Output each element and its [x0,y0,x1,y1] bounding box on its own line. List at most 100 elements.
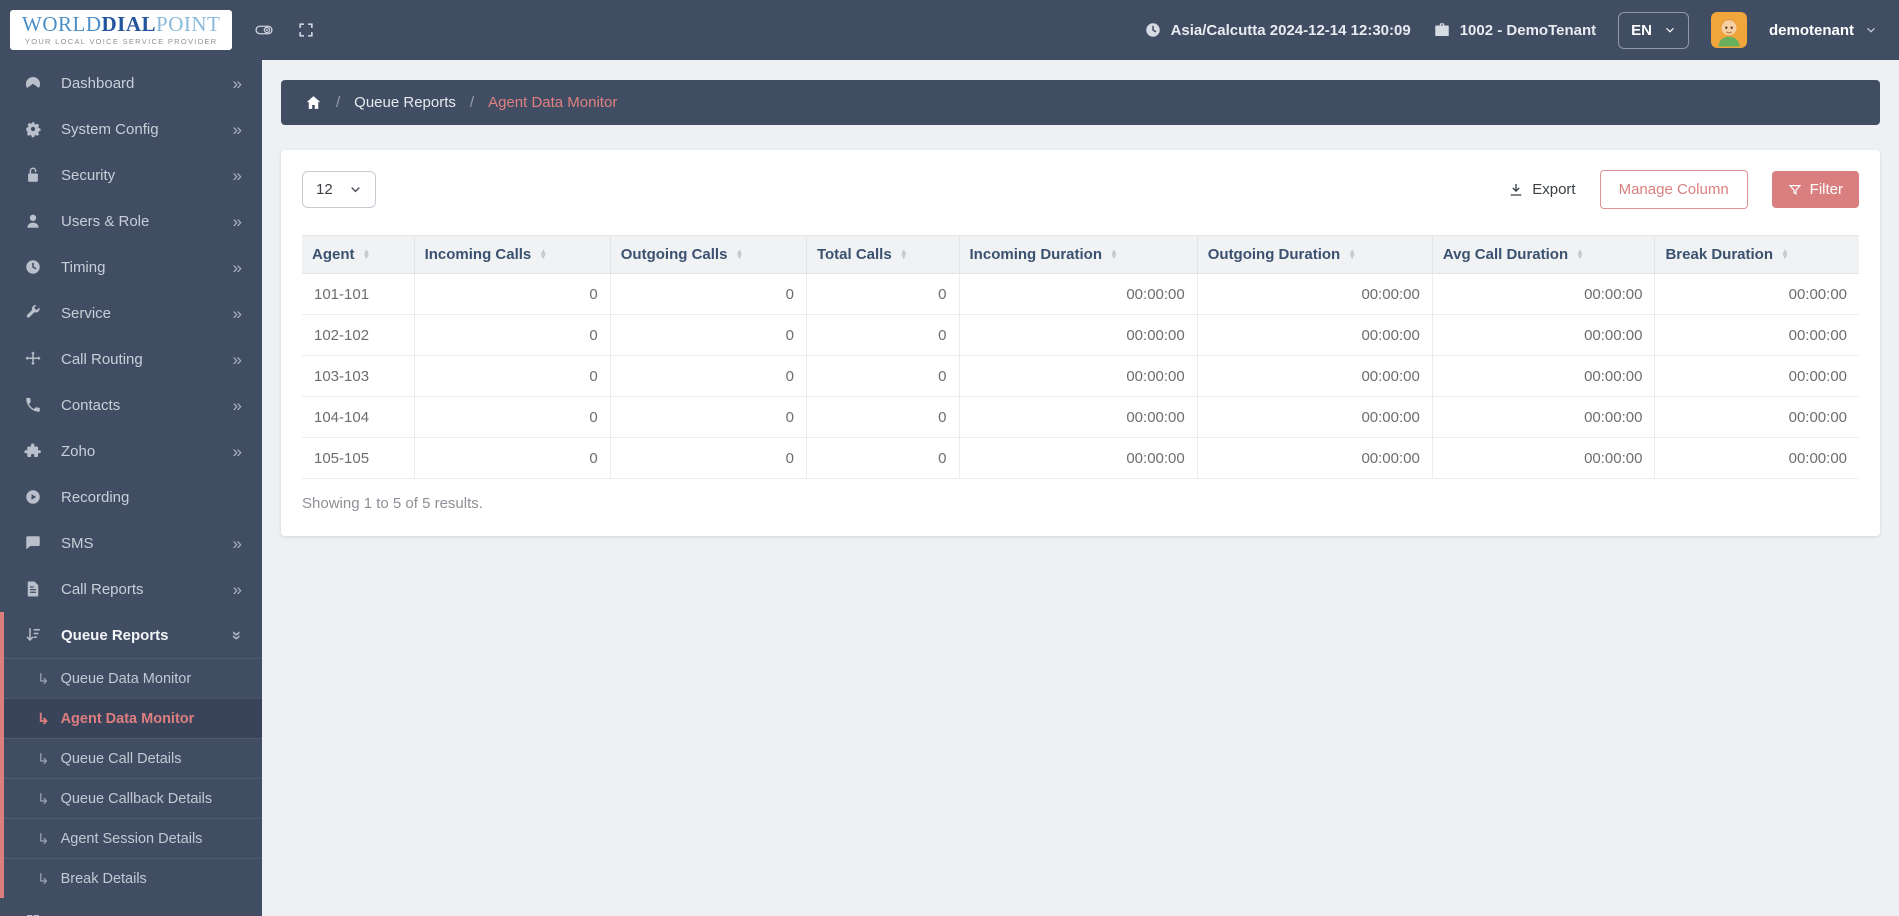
fullscreen-icon[interactable] [296,20,316,40]
table-toolbar: 12 Export Manage Column Filter [302,170,1859,209]
value-cell: 00:00:00 [959,355,1198,397]
chevron-down-icon [1666,27,1674,33]
chevron-right-icon: » [232,165,242,185]
value-cell: 0 [414,314,611,356]
breadcrumb-queue-reports[interactable]: Queue Reports [354,94,456,111]
sidebar-item-call-routing[interactable]: Call Routing » [0,336,262,382]
export-label: Export [1532,181,1576,198]
avatar[interactable] [1710,12,1747,48]
column-label: Incoming Calls [424,246,532,263]
sidebar-subitem-label: Queue Call Details [60,750,182,767]
sidebar-item-sms[interactable]: SMS » [0,520,262,566]
sidebar-item-zoho[interactable]: Zoho » [0,428,262,474]
column-header-outgoing-duration[interactable]: Outgoing Duration ▲ ▼ [1197,235,1433,274]
value-cell: 0 [610,273,807,315]
table-row: 102-102 0 0 0 00:00:00 00:00:00 00:00:00 00:00:… [302,314,1859,356]
sidebar-item-queue-reports[interactable]: Queue Reports » [4,612,262,658]
home-icon[interactable] [305,94,322,111]
sidebar-nav: Dashboard» System Config» Security» Users &… [0,60,262,916]
clock-icon [1144,21,1162,39]
user-menu[interactable]: demotenant [1769,22,1877,39]
briefcase-icon [1433,21,1451,39]
value-cell: 0 [610,437,807,479]
sidebar-item-partial[interactable] [0,898,262,916]
sidebar-subitem-break-details[interactable]: ↳ Break Details [4,858,262,898]
breadcrumb-current: Agent Data Monitor [488,94,618,111]
value-cell: 0 [806,273,960,315]
column-header-outgoing-calls[interactable]: Outgoing Calls ▲ ▼ [610,235,807,274]
sidebar-item-system-config[interactable]: System Config » [0,106,262,152]
chevron-right-icon: » [232,73,242,93]
sidebar-toggle-icon[interactable] [254,20,274,40]
logo-text: WORLDDIALPOINT [22,12,221,36]
username: demotenant [1768,21,1854,39]
column-label: Incoming Duration [969,246,1103,263]
value-cell: 00:00:00 [959,396,1198,438]
value-cell: 00:00:00 [959,437,1198,479]
sidebar-item-contacts[interactable]: Contacts » [0,382,262,428]
value-cell: 00:00:00 [1197,314,1433,356]
sidebar-item-call-reports[interactable]: Call Reports » [0,566,262,612]
puzzle-icon [22,442,44,460]
value-cell: 00:00:00 [1654,273,1859,315]
sidebar-item-security[interactable]: Security » [0,152,262,198]
agent-data-table: Agent ▲ ▼ Incoming Calls ▲ ▼ Outgoing Calls ▲ ▼ T… [302,235,1859,479]
table-row: 103-103 0 0 0 00:00:00 00:00:00 00:00:00 00:00:… [302,355,1859,397]
column-header-avg-call-duration[interactable]: Avg Call Duration ▲ ▼ [1432,235,1656,274]
sidebar: Dashboard» System Config» Security» Users &… [0,60,262,916]
sidebar-subitem-queue-call-details[interactable]: ↳ Queue Call Details [4,738,262,778]
export-button[interactable]: Export [1508,181,1576,198]
app-logo[interactable]: WORLDDIALPOINT YOUR LOCAL VOICE SERVICE … [10,10,233,50]
column-header-incoming-duration[interactable]: Incoming Duration ▲ ▼ [959,235,1198,274]
sidebar-subitem-queue-callback-details[interactable]: ↳ Queue Callback Details [4,778,262,818]
tenant-text: 1002 - DemoTenant [1459,21,1597,39]
language-value: EN [1631,21,1652,39]
column-label: Break Duration [1665,246,1773,263]
value-cell: 0 [610,314,807,356]
value-cell: 00:00:00 [1197,273,1433,315]
column-header-agent[interactable]: Agent ▲ ▼ [302,235,415,274]
value-cell: 0 [806,355,960,397]
sidebar-item-service[interactable]: Service » [0,290,262,336]
chevron-right-icon: » [232,257,242,277]
sidebar-subitem-agent-data-monitor[interactable]: ↳ Agent Data Monitor [4,698,262,738]
sidebar-item-recording[interactable]: Recording [0,474,262,520]
grid-icon [22,912,44,916]
sidebar-item-timing[interactable]: Timing » [0,244,262,290]
user-icon [22,212,44,230]
value-cell: 0 [806,396,960,438]
value-cell: 00:00:00 [1432,273,1656,315]
column-label: Outgoing Calls [620,246,728,263]
chevron-right-icon: » [232,441,242,461]
filter-button[interactable]: Filter [1771,171,1859,208]
sort-icon: ▲ ▼ [1576,246,1585,261]
sidebar-subitem-agent-session-details[interactable]: ↳ Agent Session Details [4,818,262,858]
sidebar-section-queue-reports: Queue Reports » ↳ Queue Data Monitor ↳ Agent … [0,612,262,898]
column-header-incoming-calls[interactable]: Incoming Calls ▲ ▼ [414,235,611,274]
chat-icon [22,534,44,552]
language-selector[interactable]: EN [1618,11,1689,49]
value-cell: 0 [610,396,807,438]
column-label: Outgoing Duration [1207,246,1341,263]
column-header-total-calls[interactable]: Total Calls ▲ ▼ [806,235,960,274]
corner-down-right-icon: ↳ [37,710,50,728]
sort-icon: ▲ ▼ [1781,246,1789,261]
sidebar-item-dashboard[interactable]: Dashboard » [0,60,262,106]
value-cell: 0 [610,355,807,397]
chevron-right-icon: » [232,349,242,369]
sidebar-subitem-label: Agent Session Details [60,830,203,847]
page-size-select[interactable]: 12 [302,171,376,208]
value-cell: 00:00:00 [1197,437,1433,479]
sidebar-subitem-label: Queue Callback Details [60,790,213,807]
column-header-break-duration[interactable]: Break Duration ▲ ▼ [1654,235,1859,274]
sidebar-item-label: System Config [61,120,159,138]
sidebar-item-users-role[interactable]: Users & Role » [0,198,262,244]
value-cell: 00:00:00 [1654,437,1859,479]
sidebar-item-label: Timing [61,258,106,276]
sidebar-item-label: Zoho [61,442,96,460]
tenant-info[interactable]: 1002 - DemoTenant [1433,21,1596,39]
value-cell: 00:00:00 [959,273,1198,315]
file-icon [22,580,44,598]
manage-column-button[interactable]: Manage Column [1599,170,1748,209]
sidebar-subitem-queue-data-monitor[interactable]: ↳ Queue Data Monitor [4,658,262,698]
